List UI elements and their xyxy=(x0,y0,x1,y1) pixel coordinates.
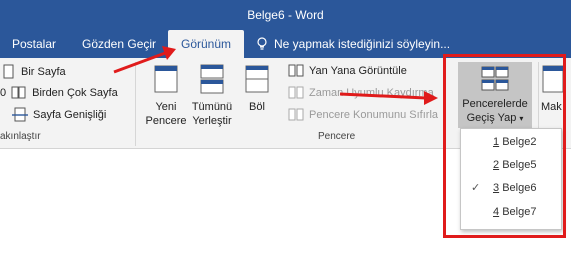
arrange-all-label-line2: Yerleştir xyxy=(192,115,232,127)
sync-scroll-icon xyxy=(288,86,304,99)
tab-mailings[interactable]: Postalar xyxy=(12,30,56,58)
split-icon xyxy=(245,65,269,93)
page-icon xyxy=(3,64,14,79)
page-width-icon xyxy=(12,107,28,122)
tab-view-label: Görünüm xyxy=(180,37,232,51)
split-label: Böl xyxy=(249,101,265,113)
page-width-label: Sayfa Genişliği xyxy=(33,109,107,121)
split-button[interactable]: Böl xyxy=(240,64,274,114)
arrange-all-icon xyxy=(200,64,224,94)
zoom-group-label: akınlaştır xyxy=(0,131,41,142)
annotation-arrow-icon xyxy=(339,91,438,105)
window-group-label: Pencere xyxy=(318,131,356,142)
page-width-button[interactable]: Sayfa Genişliği xyxy=(12,107,106,123)
annotation-arrow-icon xyxy=(113,46,176,74)
tab-mailings-label: Postalar xyxy=(12,37,57,51)
reset-position-label: Pencere Konumunu Sıfırla xyxy=(309,109,439,121)
one-page-label: Bir Sayfa xyxy=(21,66,66,78)
one-page-button[interactable]: Bir Sayfa xyxy=(2,64,66,80)
view-side-by-side-button[interactable]: Yan Yana Görüntüle xyxy=(288,63,407,79)
zoom-fragment-label: 0 xyxy=(0,87,7,99)
new-window-label-line2: Pencere xyxy=(145,115,187,127)
side-by-side-icon xyxy=(288,64,304,77)
arrange-all-label-line1: Tümünü xyxy=(191,101,233,113)
multiple-pages-icon xyxy=(11,86,26,99)
multiple-pages-button[interactable]: 0 Birden Çok Sayfa xyxy=(0,85,118,101)
tell-me-box[interactable]: Ne yapmak istediğinizi söyleyin... xyxy=(256,30,450,58)
lightbulb-icon xyxy=(257,37,267,50)
reset-position-icon xyxy=(288,108,304,121)
side-by-side-label: Yan Yana Görüntüle xyxy=(309,65,407,77)
highlight-box xyxy=(443,54,566,238)
window-title: Belge6 - Word xyxy=(247,8,324,22)
title-bar: Belge6 - Word xyxy=(0,0,571,30)
new-window-label-line1: Yeni xyxy=(155,101,177,113)
arrange-all-button[interactable]: Tümünü Yerleştir xyxy=(186,64,238,128)
tell-me-text: Ne yapmak istediğinizi söyleyin... xyxy=(274,37,451,51)
multiple-pages-label: Birden Çok Sayfa xyxy=(32,87,118,99)
reset-window-position-button[interactable]: Pencere Konumunu Sıfırla xyxy=(288,107,438,123)
